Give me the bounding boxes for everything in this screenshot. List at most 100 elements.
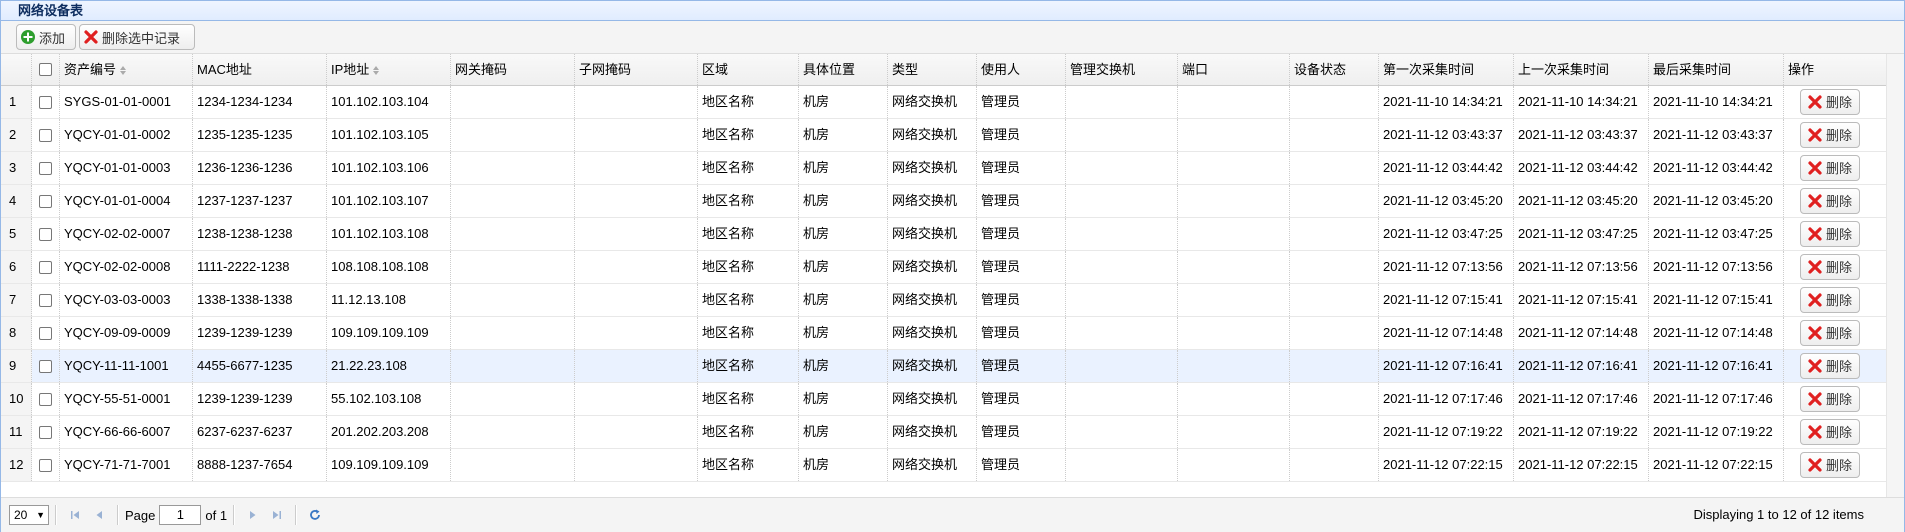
delete-row-button[interactable]: 删除	[1800, 188, 1860, 214]
cell-mac: 1338-1338-1338	[193, 284, 327, 316]
table-row[interactable]: 2 YQCY-01-01-0002 1235-1235-1235 101.102.10…	[1, 119, 1886, 152]
row-select[interactable]	[32, 350, 60, 382]
row-checkbox[interactable]	[39, 425, 52, 439]
cell-type: 网络交换机	[888, 152, 977, 184]
cell-area: 地区名称	[698, 152, 799, 184]
row-select[interactable]	[32, 284, 60, 316]
row-checkbox[interactable]	[39, 458, 52, 472]
add-button[interactable]: 添加	[16, 24, 76, 50]
row-checkbox[interactable]	[39, 95, 52, 109]
table-row[interactable]: 4 YQCY-01-01-0004 1237-1237-1237 101.102.10…	[1, 185, 1886, 218]
cell-first-collected: 2021-11-12 03:43:37	[1379, 119, 1514, 151]
cell-prev-collected: 2021-11-12 07:22:15	[1514, 449, 1649, 481]
row-select[interactable]	[32, 416, 60, 448]
cell-gateway-mask	[451, 251, 575, 283]
cell-first-collected: 2021-11-12 03:45:20	[1379, 185, 1514, 217]
cell-asset-number: YQCY-71-71-7001	[60, 449, 193, 481]
delete-row-button[interactable]: 删除	[1800, 89, 1860, 115]
header-select-all[interactable]	[32, 54, 60, 85]
row-checkbox[interactable]	[39, 326, 52, 340]
cell-prev-collected: 2021-11-12 07:16:41	[1514, 350, 1649, 382]
vertical-scrollbar[interactable]	[1886, 54, 1904, 497]
header-ip[interactable]: IP地址	[327, 54, 451, 85]
table-row[interactable]: 3 YQCY-01-01-0003 1236-1236-1236 101.102.10…	[1, 152, 1886, 185]
table-row[interactable]: 10 YQCY-55-51-0001 1239-1239-1239 55.102.10…	[1, 383, 1886, 416]
row-select[interactable]	[32, 218, 60, 250]
cell-subnet-mask	[575, 416, 698, 448]
page-size-select[interactable]: 20 ▼	[9, 505, 49, 525]
page-number-input[interactable]: 1	[159, 505, 202, 525]
table-row[interactable]: 11 YQCY-66-66-6007 6237-6237-6237 201.202.2…	[1, 416, 1886, 449]
delete-row-button[interactable]: 删除	[1800, 320, 1860, 346]
row-select[interactable]	[32, 251, 60, 283]
table-row[interactable]: 6 YQCY-02-02-0008 1111-2222-1238 108.108.10…	[1, 251, 1886, 284]
cell-port	[1178, 416, 1290, 448]
pager-separator	[55, 505, 57, 525]
row-number: 4	[1, 185, 32, 217]
table-row[interactable]: 1 SYGS-01-01-0001 1234-1234-1234 101.102.10…	[1, 86, 1886, 119]
cell-mac: 4455-6677-1235	[193, 350, 327, 382]
table-row[interactable]: 8 YQCY-09-09-0009 1239-1239-1239 109.109.10…	[1, 317, 1886, 350]
delete-row-button[interactable]: 删除	[1800, 353, 1860, 379]
cell-location: 机房	[799, 152, 888, 184]
row-checkbox[interactable]	[39, 359, 52, 373]
cell-type: 网络交换机	[888, 449, 977, 481]
prev-page-button[interactable]	[87, 504, 111, 526]
delete-row-button[interactable]: 删除	[1800, 122, 1860, 148]
row-select[interactable]	[32, 383, 60, 415]
delete-row-button[interactable]: 删除	[1800, 221, 1860, 247]
row-checkbox[interactable]	[39, 227, 52, 241]
delete-row-button[interactable]: 删除	[1800, 254, 1860, 280]
cell-asset-number: YQCY-01-01-0004	[60, 185, 193, 217]
panel-title: 网络设备表	[1, 1, 1904, 21]
row-checkbox[interactable]	[39, 260, 52, 274]
delete-row-label: 删除	[1826, 94, 1853, 110]
cell-port	[1178, 317, 1290, 349]
header-last-collected: 最后采集时间	[1649, 54, 1784, 85]
cell-prev-collected: 2021-11-12 07:15:41	[1514, 284, 1649, 316]
cell-switch	[1066, 218, 1178, 250]
first-page-button[interactable]	[63, 504, 87, 526]
header-asset-number[interactable]: 资产编号	[60, 54, 193, 85]
cell-actions: 删除	[1784, 185, 1896, 217]
cell-area: 地区名称	[698, 416, 799, 448]
row-select[interactable]	[32, 86, 60, 118]
table-row[interactable]: 9 YQCY-11-11-1001 4455-6677-1235 21.22.23.1…	[1, 350, 1886, 383]
cell-actions: 删除	[1784, 383, 1896, 415]
row-select[interactable]	[32, 119, 60, 151]
cell-area: 地区名称	[698, 350, 799, 382]
cell-port	[1178, 284, 1290, 316]
last-page-button[interactable]	[265, 504, 289, 526]
row-select[interactable]	[32, 449, 60, 481]
row-checkbox[interactable]	[39, 293, 52, 307]
table-row[interactable]: 5 YQCY-02-02-0007 1238-1238-1238 101.102.10…	[1, 218, 1886, 251]
delete-row-button[interactable]: 删除	[1800, 287, 1860, 313]
row-checkbox[interactable]	[39, 392, 52, 406]
select-all-checkbox[interactable]	[39, 63, 52, 76]
refresh-button[interactable]	[303, 504, 327, 526]
row-checkbox[interactable]	[39, 128, 52, 142]
cell-subnet-mask	[575, 449, 698, 481]
row-select[interactable]	[32, 317, 60, 349]
delete-row-button[interactable]: 删除	[1800, 419, 1860, 445]
cell-last-collected: 2021-11-12 07:14:48	[1649, 317, 1784, 349]
cell-last-collected: 2021-11-12 07:22:15	[1649, 449, 1784, 481]
next-page-button[interactable]	[241, 504, 265, 526]
row-select[interactable]	[32, 185, 60, 217]
pager-separator	[117, 505, 119, 525]
row-checkbox[interactable]	[39, 194, 52, 208]
page-size-value: 20	[14, 508, 28, 522]
table-row[interactable]: 12 YQCY-71-71-7001 8888-1237-7654 109.109.1…	[1, 449, 1886, 482]
cell-subnet-mask	[575, 350, 698, 382]
delete-row-button[interactable]: 删除	[1800, 155, 1860, 181]
table-row[interactable]: 7 YQCY-03-03-0003 1338-1338-1338 11.12.13.1…	[1, 284, 1886, 317]
cell-switch	[1066, 416, 1178, 448]
delete-selected-button[interactable]: 删除选中记录	[79, 24, 195, 50]
cell-type: 网络交换机	[888, 119, 977, 151]
cell-status	[1290, 251, 1379, 283]
delete-row-button[interactable]: 删除	[1800, 386, 1860, 412]
cell-asset-number: SYGS-01-01-0001	[60, 86, 193, 118]
delete-row-button[interactable]: 删除	[1800, 452, 1860, 478]
row-checkbox[interactable]	[39, 161, 52, 175]
row-select[interactable]	[32, 152, 60, 184]
